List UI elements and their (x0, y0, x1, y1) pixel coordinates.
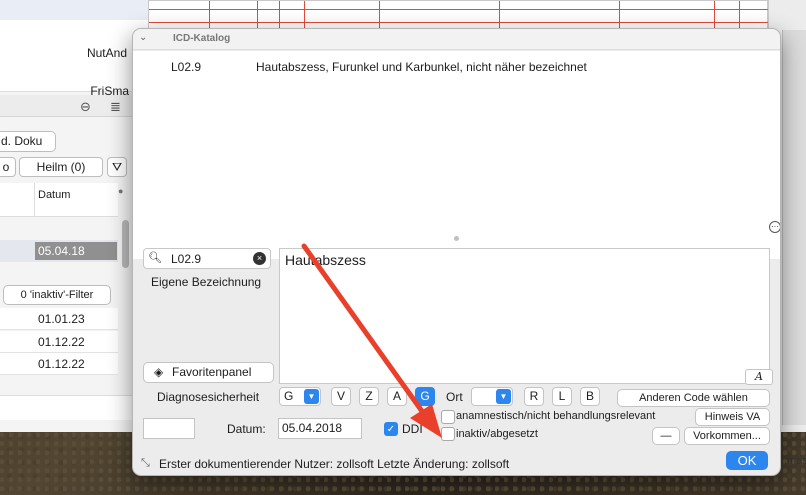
table-row[interactable]: 01.01.23 (0, 308, 118, 330)
collapse-chevron-icon[interactable]: ⌄ (139, 32, 147, 43)
more-icon[interactable]: ⊖ (80, 99, 91, 115)
ddi-checkbox[interactable]: ✓ (384, 422, 398, 436)
custom-name-text: Hautabszess (285, 252, 366, 268)
grid-line (714, 1, 715, 31)
diagnosis-certainty-label: Diagnosesicherheit (157, 390, 260, 404)
grid-line (149, 22, 769, 23)
icd-description: Hautabszess, Furunkel und Karbunkel, nic… (256, 60, 587, 74)
favorites-label: Favoritenpanel (172, 365, 252, 379)
chevron-down-icon: ▼ (304, 389, 319, 404)
table-row[interactable]: 05.04.18 (0, 240, 118, 262)
bottom-bar (0, 395, 150, 420)
color-field[interactable] (143, 418, 195, 439)
background-window: NutAnd FriSma ⊖ ≣ d. Doku o Heilm (0) ⛛ … (0, 0, 150, 432)
heilm-filter-button[interactable]: Heilm (0) (19, 157, 103, 177)
date-input[interactable]: 05.04.2018 (278, 418, 362, 439)
custom-name-textarea[interactable]: Hautabszess (279, 248, 770, 384)
inactive-label: inaktiv/abgesetzt (456, 428, 538, 440)
search-icon: 🔍︎ (148, 252, 162, 264)
minus-button[interactable]: — (652, 427, 680, 445)
date-label: Datum: (227, 422, 266, 436)
search-field[interactable]: 🔍︎ L02.9 × (143, 248, 271, 269)
date-cell: 01.12.22 (38, 357, 85, 371)
hint-button[interactable]: Hinweis VA (695, 408, 770, 426)
side-button-r[interactable]: R (524, 387, 544, 406)
more-options-icon[interactable]: ··· (769, 221, 780, 233)
grid-line (499, 1, 500, 31)
table-row[interactable]: 01.12.22 (0, 353, 118, 375)
dialog-header: ⌄ ICD-Katalog (133, 29, 780, 50)
column-divider (34, 183, 35, 217)
secondary-toolbar (0, 95, 150, 117)
doku-button[interactable]: d. Doku (0, 131, 56, 152)
scrollbar-thumb[interactable] (122, 220, 129, 268)
anamnestic-checkbox[interactable] (441, 410, 455, 424)
background-label: .mas (784, 455, 806, 467)
icd-catalog-list: L02.9 Hautabszess, Furunkel und Karbunke… (133, 51, 780, 259)
other-code-button[interactable]: Anderen Code wählen (617, 389, 770, 407)
grid-line (279, 1, 280, 31)
header-menu-icon[interactable]: ● (118, 186, 123, 196)
grid-line (619, 1, 620, 31)
grid-line (257, 1, 258, 31)
dialog-title: ICD-Katalog (173, 33, 231, 44)
date-cell: 01.12.22 (38, 335, 85, 349)
search-input[interactable]: L02.9 (171, 252, 201, 266)
inaktiv-filter-button[interactable]: 0 'inaktiv'-Filter (3, 285, 111, 305)
ddi-label: DDI (402, 422, 423, 436)
selected-row[interactable] (0, 0, 150, 20)
grid-line (304, 1, 305, 31)
table-header: Datum (0, 183, 118, 217)
certainty-button-g[interactable]: G (415, 387, 435, 406)
inactive-checkbox[interactable] (441, 427, 455, 441)
certainty-button-z[interactable]: Z (359, 387, 379, 406)
favorites-button[interactable]: ◈ Favoritenpanel (143, 362, 274, 383)
diagnosis-select[interactable]: G ▼ (279, 387, 321, 406)
certainty-button-v[interactable]: V (331, 387, 351, 406)
side-button-b[interactable]: B (580, 387, 600, 406)
anamnestic-label: anamnestisch/nicht behandlungsrelevant (456, 410, 656, 422)
custom-name-label: Eigene Bezeichnung (151, 275, 262, 289)
grid-line (739, 1, 740, 31)
certainty-button-a[interactable]: A (387, 387, 407, 406)
background-grid-window (148, 0, 769, 31)
location-select[interactable]: ▼ (471, 387, 513, 406)
side-button-l[interactable]: L (552, 387, 572, 406)
grid-line (209, 1, 210, 31)
column-header-date[interactable]: Datum (38, 189, 70, 201)
clear-icon[interactable]: × (253, 252, 266, 265)
split-handle[interactable] (454, 236, 459, 241)
resize-icon[interactable]: ⤡ (141, 457, 150, 470)
cube-icon: ◈ (154, 365, 164, 379)
location-label: Ort (446, 390, 463, 404)
icd-code: L02.9 (171, 60, 202, 74)
table-row[interactable]: 01.12.22 (0, 331, 118, 353)
list-entry[interactable]: NutAnd (87, 46, 127, 60)
grid-line (149, 9, 769, 10)
ok-button[interactable]: OK (726, 451, 768, 470)
filter-button[interactable]: o (0, 157, 16, 177)
font-button[interactable]: A (745, 369, 773, 385)
list-icon[interactable]: ≣ (110, 99, 121, 115)
background-right-panel (782, 30, 806, 425)
occurrence-button[interactable]: Vorkommen... (684, 427, 770, 445)
funnel-icon[interactable]: ⛛ (107, 157, 127, 177)
date-cell: 01.01.23 (38, 312, 85, 326)
selected-date-cell[interactable]: 05.04.18 (35, 242, 117, 260)
footer-info: Erster dokumentierender Nutzer: zollsoft… (159, 457, 510, 471)
grid-line (379, 1, 380, 31)
patient-list (0, 0, 150, 92)
icd-dialog: ⌄ ICD-Katalog L02.9 Hautabszess, Furunke… (132, 28, 781, 476)
chevron-down-icon: ▼ (496, 389, 511, 404)
diagnosis-select-value: G (284, 389, 294, 403)
